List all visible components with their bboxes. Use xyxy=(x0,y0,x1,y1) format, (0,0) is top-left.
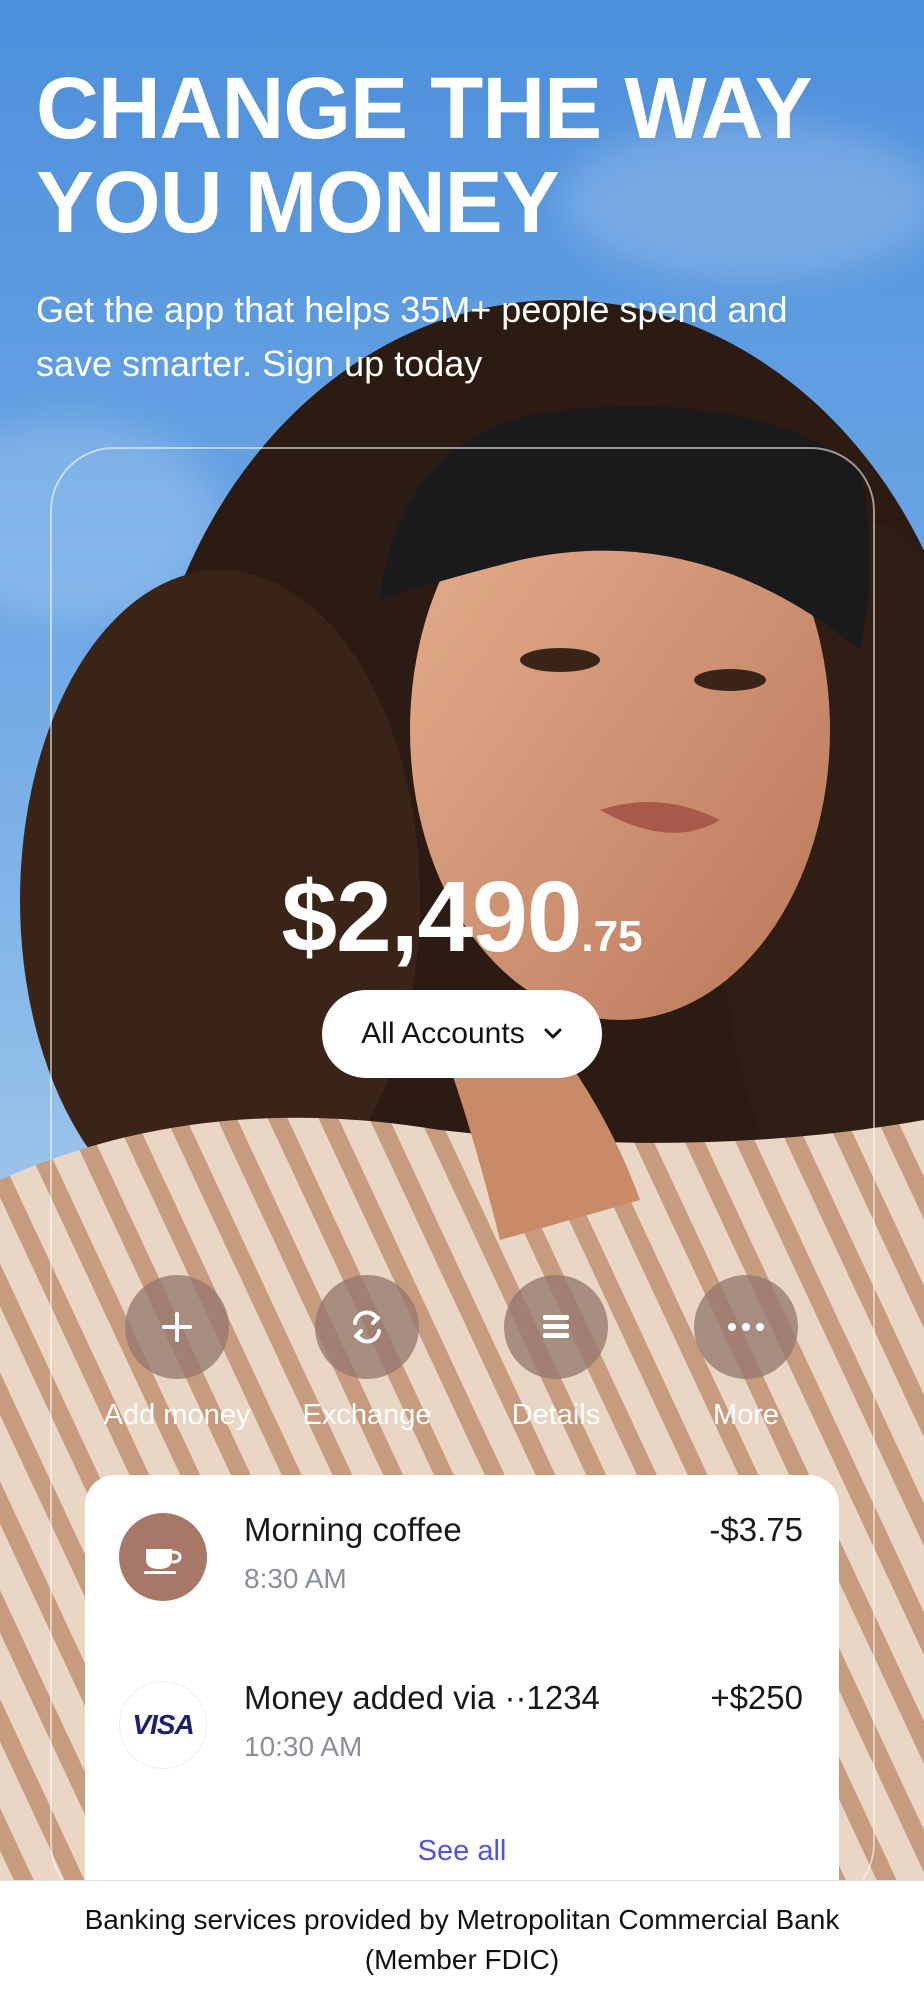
account-balance: $2,490.75 xyxy=(0,860,924,975)
details-button[interactable]: Details xyxy=(466,1275,646,1432)
visa-logo: VISA xyxy=(119,1681,207,1769)
balance-dollars: $2,490 xyxy=(281,861,582,973)
add-money-button[interactable]: Add money xyxy=(87,1275,267,1432)
transaction-time: 10:30 AM xyxy=(244,1731,363,1762)
subhead-line-1: Get the app that helps 35M+ people spend… xyxy=(36,289,788,330)
transaction-title: Morning coffee xyxy=(244,1511,462,1548)
transaction-amount: -$3.75 xyxy=(709,1511,803,1548)
exchange-button[interactable]: Exchange xyxy=(277,1275,457,1432)
footer-line-1: Banking services provided by Metropolita… xyxy=(84,1904,840,1935)
add-money-label: Add money xyxy=(103,1399,251,1431)
chevron-down-icon xyxy=(544,1028,562,1039)
visa-logo-text: VISA xyxy=(132,1709,194,1740)
see-all-link[interactable]: See all xyxy=(85,1835,839,1868)
legal-footer: Banking services provided by Metropolita… xyxy=(0,1880,924,2000)
more-label: More xyxy=(712,1399,780,1431)
headline-line-2: YOU MONEY xyxy=(36,154,560,251)
details-label: Details xyxy=(511,1399,601,1431)
all-accounts-label: All Accounts xyxy=(361,1017,525,1050)
page-subheading: Get the app that helps 35M+ people spend… xyxy=(36,283,906,391)
transaction-title: Money added via ··1234 xyxy=(244,1679,600,1716)
balance-cents: .75 xyxy=(581,912,643,961)
coffee-icon xyxy=(119,1513,207,1601)
transaction-amount: +$250 xyxy=(710,1679,803,1716)
headline-line-1: CHANGE THE WAY xyxy=(36,60,813,157)
page-headline: CHANGE THE WAY YOU MONEY xyxy=(36,62,896,250)
exchange-label: Exchange xyxy=(302,1399,432,1431)
transaction-row[interactable]: VISA Money added via ··1234 10:30 AM +$2… xyxy=(85,1643,839,1769)
details-icon xyxy=(504,1275,608,1379)
transaction-time: 8:30 AM xyxy=(244,1563,347,1594)
more-button[interactable]: More xyxy=(656,1275,836,1432)
plus-icon xyxy=(125,1275,229,1379)
transactions-card: Morning coffee 8:30 AM -$3.75 VISA Money… xyxy=(85,1475,839,1880)
transaction-row[interactable]: Morning coffee 8:30 AM -$3.75 xyxy=(85,1475,839,1601)
subhead-line-2: save smarter. Sign up today xyxy=(36,343,483,384)
all-accounts-dropdown[interactable]: All Accounts xyxy=(322,990,602,1078)
footer-line-2: (Member FDIC) xyxy=(364,1944,560,1975)
more-icon xyxy=(694,1275,798,1379)
exchange-icon xyxy=(315,1275,419,1379)
